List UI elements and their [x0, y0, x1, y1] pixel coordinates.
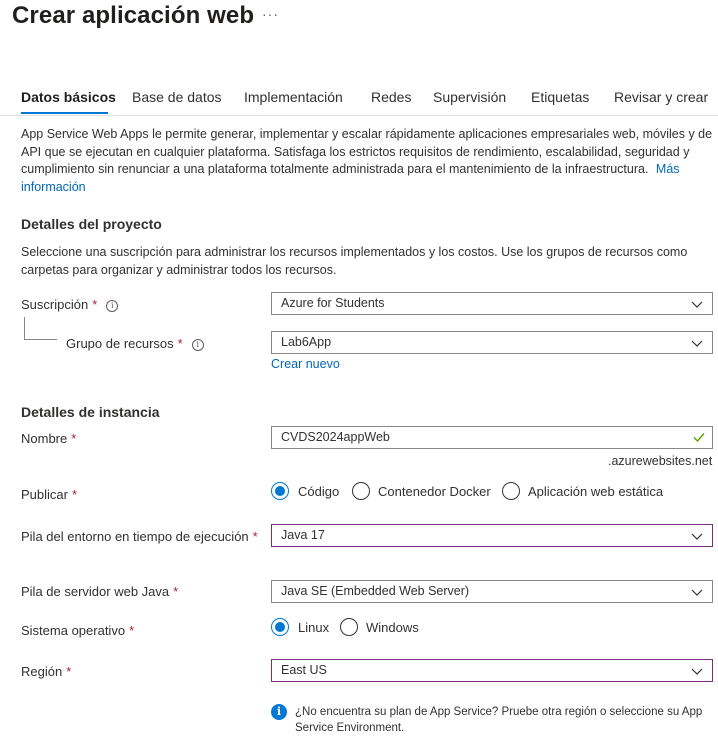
- info-filled-icon: i: [271, 704, 287, 720]
- tab-etiquetas[interactable]: Etiquetas: [531, 89, 589, 105]
- required-marker: *: [177, 336, 183, 351]
- publish-code-label: Código: [298, 484, 340, 499]
- checkmark-icon: [693, 433, 705, 443]
- region-label-text: Región: [21, 664, 63, 679]
- chevron-down-icon: [691, 668, 703, 675]
- tab-base-de-datos[interactable]: Base de datos: [132, 89, 222, 105]
- intro-paragraph: App Service Web Apps le permite generar,…: [21, 126, 717, 196]
- domain-suffix: .azurewebsites.net: [608, 454, 713, 468]
- project-details-heading: Detalles del proyecto: [21, 216, 162, 232]
- resource-group-value: Lab6App: [281, 335, 332, 349]
- tree-connector-vertical: [24, 317, 25, 339]
- java-stack-value: Java SE (Embedded Web Server): [281, 584, 470, 598]
- required-marker: *: [173, 584, 179, 599]
- create-new-link[interactable]: Crear nuevo: [271, 357, 340, 371]
- region-label: Región *: [21, 664, 71, 679]
- required-marker: *: [92, 297, 98, 312]
- instance-details-heading: Detalles de instancia: [21, 404, 160, 420]
- tab-revisar-y-crear[interactable]: Revisar y crear: [614, 89, 708, 105]
- region-note: ¿No encuentra su plan de App Service? Pr…: [295, 706, 703, 734]
- resource-group-label: Grupo de recursos * i: [66, 336, 204, 351]
- chevron-down-icon: [691, 533, 703, 540]
- subscription-value: Azure for Students: [281, 296, 385, 310]
- java-stack-select[interactable]: Java SE (Embedded Web Server): [271, 580, 713, 603]
- publish-static-label: Aplicación web estática: [528, 484, 664, 499]
- subscription-label-text: Suscripción: [21, 297, 89, 312]
- name-value: CVDS2024appWeb: [281, 430, 390, 444]
- subscription-label: Suscripción * i: [21, 297, 119, 312]
- resource-group-select[interactable]: Lab6App: [271, 331, 713, 354]
- more-options-icon[interactable]: ···: [262, 6, 279, 22]
- region-select[interactable]: East US: [271, 659, 713, 682]
- info-icon[interactable]: i: [106, 299, 119, 312]
- tabs-divider: [0, 115, 718, 116]
- publish-docker-label: Contenedor Docker: [378, 484, 491, 499]
- page-title: Crear aplicación web: [12, 2, 255, 29]
- tab-implementacion[interactable]: Implementación: [244, 89, 343, 105]
- runtime-label-text: Pila del entorno en tiempo de ejecución: [21, 529, 249, 544]
- subscription-select[interactable]: Azure for Students: [271, 292, 713, 315]
- java-stack-label: Pila de servidor web Java *: [21, 584, 178, 599]
- info-icon[interactable]: i: [191, 338, 204, 351]
- name-input[interactable]: CVDS2024appWeb: [271, 426, 713, 449]
- os-windows-radio[interactable]: [340, 618, 358, 636]
- os-linux-radio[interactable]: [271, 618, 289, 636]
- tab-supervision[interactable]: Supervisión: [433, 89, 506, 105]
- java-stack-label-text: Pila de servidor web Java: [21, 584, 170, 599]
- publish-code-radio[interactable]: [271, 482, 289, 500]
- resource-group-label-text: Grupo de recursos: [66, 336, 174, 351]
- required-marker: *: [129, 623, 135, 638]
- required-marker: *: [71, 431, 77, 446]
- runtime-value: Java 17: [281, 528, 325, 542]
- publish-label-text: Publicar: [21, 487, 68, 502]
- os-label: Sistema operativo *: [21, 623, 134, 638]
- os-windows-label: Windows: [366, 620, 419, 635]
- chevron-down-icon: [691, 589, 703, 596]
- publish-static-radio[interactable]: [502, 482, 520, 500]
- required-marker: *: [71, 487, 78, 502]
- os-label-text: Sistema operativo: [21, 623, 126, 638]
- chevron-down-icon: [691, 340, 703, 347]
- active-tab-indicator: [21, 112, 108, 114]
- name-label: Nombre *: [21, 431, 76, 446]
- tree-connector-horizontal: [24, 339, 57, 340]
- publish-label: Publicar *: [21, 487, 77, 502]
- required-marker: *: [252, 529, 258, 544]
- project-details-description: Seleccione una suscripción para administ…: [21, 245, 688, 277]
- region-value: East US: [281, 663, 327, 677]
- publish-docker-radio[interactable]: [352, 482, 370, 500]
- intro-text: App Service Web Apps le permite generar,…: [21, 127, 713, 176]
- chevron-down-icon: [691, 301, 703, 308]
- name-label-text: Nombre: [21, 431, 68, 446]
- tab-datos-basicos[interactable]: Datos básicos: [21, 89, 116, 105]
- runtime-select[interactable]: Java 17: [271, 524, 713, 547]
- runtime-label: Pila del entorno en tiempo de ejecución *: [21, 528, 261, 545]
- required-marker: *: [66, 664, 72, 679]
- os-linux-label: Linux: [298, 620, 330, 635]
- tab-redes[interactable]: Redes: [371, 89, 411, 105]
